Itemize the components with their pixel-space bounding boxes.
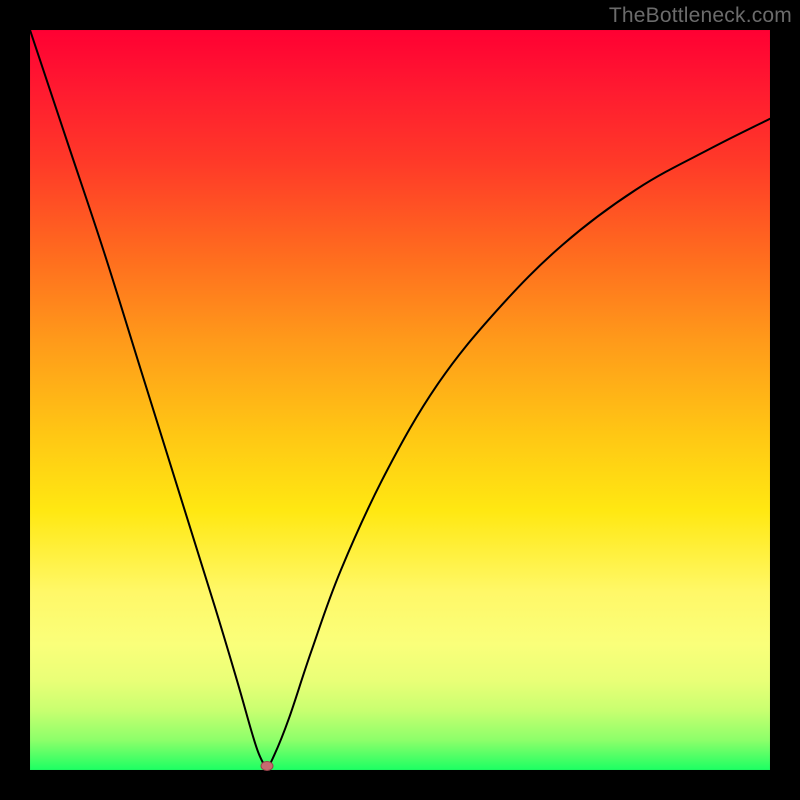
- chart-frame: TheBottleneck.com: [0, 0, 800, 800]
- bottleneck-curve: [30, 30, 770, 770]
- plot-area: [30, 30, 770, 770]
- minimum-marker: [260, 761, 273, 771]
- watermark-text: TheBottleneck.com: [609, 4, 792, 28]
